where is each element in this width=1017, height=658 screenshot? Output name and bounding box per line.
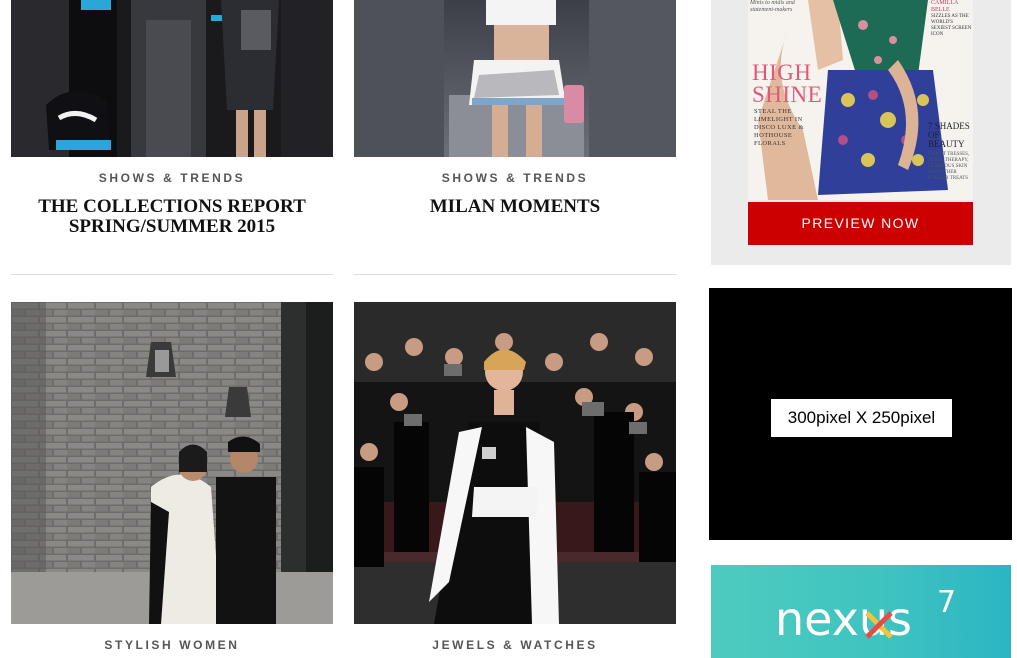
cover-line-top: Minis to midis and statement-makers bbox=[750, 0, 795, 13]
article-image-jewels-watches[interactable] bbox=[354, 302, 676, 624]
nexus-ad-banner[interactable]: nexus 7 bbox=[711, 565, 1011, 658]
preview-now-button[interactable]: PREVIEW NOW bbox=[748, 202, 973, 245]
cover-name: CAMILLA BELLE bbox=[931, 0, 958, 13]
ad-size-label: 300pixel X 250pixel bbox=[771, 399, 952, 437]
cover-name-sub: SIZZLES AS THE WORLD'S SEXIEST SCREEN IC… bbox=[931, 14, 972, 37]
article-image-collections-report[interactable] bbox=[11, 0, 333, 157]
magazine-cover[interactable]: Minis to midis and statement-makers HIGH… bbox=[748, 0, 973, 200]
divider bbox=[11, 274, 333, 275]
cover-subline: STEAL THE LIMELIGHT IN DISCO LUXE & HOTH… bbox=[754, 108, 804, 147]
article-image-stylish-women[interactable] bbox=[11, 302, 333, 624]
nexus-x-icon bbox=[865, 611, 893, 639]
cover-shades: 7 SHADES OF BEAUTY bbox=[928, 121, 970, 149]
divider bbox=[354, 274, 676, 275]
article-category[interactable]: JEWELS & WATCHES bbox=[354, 638, 676, 652]
article-image-milan-moments[interactable] bbox=[354, 0, 676, 157]
cover-shades-sub: VIOLET TRESSES, JEWEL THERAPY, LUMINOUS … bbox=[928, 152, 970, 181]
article-category[interactable]: SHOWS & TRENDS bbox=[11, 171, 333, 185]
article-title[interactable]: THE COLLECTIONS REPORT SPRING/SUMMER 201… bbox=[31, 197, 313, 237]
article-title[interactable]: MILAN MOMENTS bbox=[354, 197, 676, 217]
cover-headline: HIGH SHINE bbox=[752, 60, 823, 107]
article-category[interactable]: STYLISH WOMEN bbox=[11, 638, 333, 652]
article-category[interactable]: SHOWS & TRENDS bbox=[354, 171, 676, 185]
nexus-model-number: 7 bbox=[937, 585, 957, 620]
